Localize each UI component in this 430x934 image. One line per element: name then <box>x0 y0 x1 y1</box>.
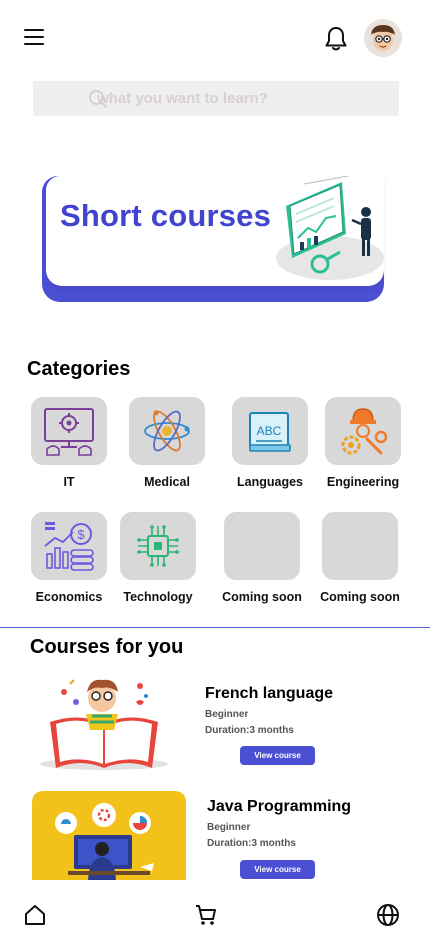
view-course-button[interactable]: View course <box>240 860 315 879</box>
category-label: Languages <box>237 475 303 489</box>
course-card-french: French language Beginner Duration:3 mont… <box>0 672 430 772</box>
search-bar <box>33 81 399 116</box>
category-label: Technology <box>123 590 193 604</box>
category-label: Coming soon <box>320 590 400 604</box>
programmer-illustration-icon[interactable] <box>32 791 186 888</box>
reading-book-illustration-icon[interactable] <box>40 672 170 777</box>
hamburger-menu-icon[interactable] <box>24 29 44 47</box>
category-medical[interactable]: Medical <box>121 397 213 489</box>
svg-text:ABC: ABC <box>257 424 282 438</box>
chip-icon <box>137 525 179 567</box>
course-duration: Duration:3 months <box>207 838 296 849</box>
categories-title: Categories <box>27 358 131 380</box>
category-tile: ABC <box>232 397 308 465</box>
category-tile <box>129 397 205 465</box>
engineer-gears-icon <box>341 408 388 455</box>
category-label: IT <box>63 475 75 489</box>
bottom-navigation <box>0 880 430 934</box>
computer-settings-icon <box>44 408 94 456</box>
category-coming-soon[interactable]: Coming soon <box>314 512 406 604</box>
category-label: Economics <box>35 590 103 604</box>
course-level: Beginner <box>205 709 249 720</box>
category-engineering[interactable]: Engineering <box>317 397 409 489</box>
category-tile <box>325 397 401 465</box>
cart-icon[interactable] <box>194 903 218 927</box>
search-input[interactable] <box>97 81 387 116</box>
abc-book-icon: ABC <box>249 412 291 452</box>
category-coming-soon[interactable]: Coming soon <box>216 512 308 604</box>
top-bar <box>0 0 430 78</box>
category-economics[interactable]: $ Economics <box>23 512 115 604</box>
course-name: Java Programming <box>207 798 352 815</box>
view-course-button[interactable]: View course <box>240 746 315 765</box>
atom-icon <box>144 410 190 452</box>
category-technology[interactable]: Technology <box>112 512 204 604</box>
course-card-java: Java Programming Beginner Duration:3 mon… <box>0 788 430 888</box>
short-courses-banner[interactable]: Short courses <box>42 175 386 302</box>
courses-title: Courses for you <box>30 636 184 658</box>
category-label: Medical <box>144 475 190 489</box>
section-divider <box>0 627 430 628</box>
course-name: French language <box>205 685 334 702</box>
globe-icon[interactable] <box>376 903 400 927</box>
category-tile <box>224 512 300 580</box>
finance-chart-icon: $ <box>44 522 94 571</box>
category-tile <box>31 397 107 465</box>
category-tile <box>120 512 196 580</box>
banner-title: Short courses <box>60 198 272 233</box>
category-label: Coming soon <box>222 590 302 604</box>
course-duration: Duration:3 months <box>205 725 294 736</box>
category-languages[interactable]: ABC Languages <box>224 397 316 489</box>
category-it[interactable]: IT <box>23 397 115 489</box>
analytics-illustration-icon <box>274 175 386 284</box>
svg-text:$: $ <box>77 527 85 542</box>
category-tile <box>322 512 398 580</box>
category-tile: $ <box>31 512 107 580</box>
home-icon[interactable] <box>23 903 47 927</box>
user-avatar[interactable] <box>364 19 402 57</box>
category-label: Engineering <box>326 475 400 489</box>
course-level: Beginner <box>207 822 251 833</box>
bell-icon[interactable] <box>324 26 348 52</box>
